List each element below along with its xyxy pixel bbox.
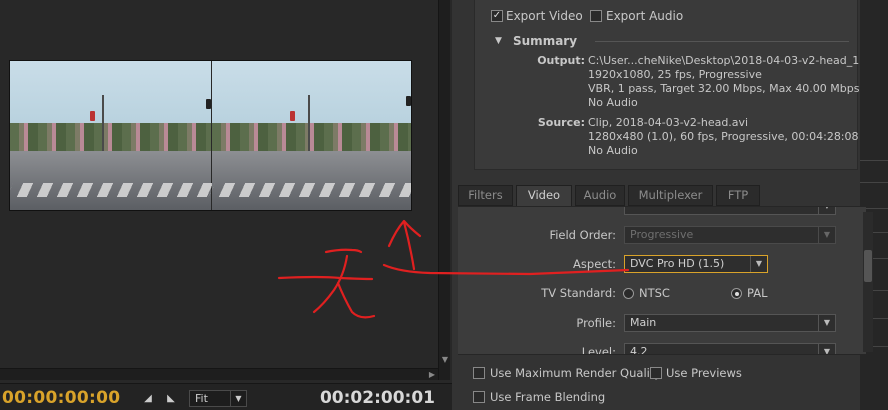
aspect-label: Aspect:	[573, 257, 616, 271]
scroll-down-icon[interactable]: ▼	[439, 354, 451, 366]
level-value: 4.2	[630, 345, 648, 354]
profile-value: Main	[630, 316, 657, 329]
level-select[interactable]: 4.2 ▼	[624, 343, 836, 354]
source-key: Source:	[537, 116, 585, 129]
hidden-setting-select[interactable]: ▼	[624, 207, 836, 215]
tv-standard-label: TV Standard:	[541, 286, 616, 300]
profile-label: Profile:	[576, 316, 616, 330]
tab-ftp[interactable]: FTP	[716, 185, 760, 206]
output-key: Output:	[537, 54, 585, 67]
timecode-in[interactable]: 00:00:00:00	[2, 388, 120, 408]
set-out-point-icon[interactable]: ◣	[165, 393, 177, 405]
pal-radio[interactable]	[731, 288, 742, 299]
divider	[595, 41, 849, 42]
zoom-fit-select[interactable]: Fit ▼	[189, 390, 247, 407]
scrollbar-thumb[interactable]	[864, 250, 872, 282]
output-format: 1920x1080, 25 fps, Progressive	[588, 68, 762, 81]
chevron-down-icon: ▼	[818, 227, 835, 243]
collapse-caret-icon[interactable]: ▼	[495, 36, 502, 46]
video-frame-right-camera	[208, 61, 411, 210]
chevron-down-icon: ▼	[230, 391, 246, 406]
field-order-value: Progressive	[630, 228, 694, 241]
summary-section: ✓ Export Video Export Audio ▼ Summary Ou…	[474, 0, 887, 170]
pal-label: PAL	[747, 286, 768, 300]
scroll-right-icon[interactable]: ▶	[426, 369, 438, 381]
ntsc-radio[interactable]	[623, 288, 634, 299]
export-audio-checkbox[interactable]	[590, 10, 602, 22]
settings-scrollbar[interactable]	[863, 212, 873, 352]
use-previews-checkbox[interactable]	[650, 367, 662, 379]
summary-heading: Summary	[513, 34, 578, 48]
chevron-down-icon: ▼	[818, 344, 835, 354]
field-order-select: Progressive ▼	[624, 226, 836, 244]
frame-blending-label: Use Frame Blending	[490, 390, 606, 404]
aspect-select[interactable]: DVC Pro HD (1.5) ▼	[624, 255, 768, 273]
source-format: 1280x480 (1.0), 60 fps, Progressive, 00:…	[588, 130, 859, 143]
output-path: C:\User...cheNike\Desktop\2018-04-03-v2-…	[588, 54, 888, 67]
video-preview	[9, 60, 412, 211]
source-monitor-panel: ▼ ▶ 00:00:00:00 ◢ ◣ Fit ▼ 00:02:00:01	[0, 0, 452, 410]
chevron-down-icon: ▼	[750, 256, 767, 272]
aspect-value: DVC Pro HD (1.5)	[630, 257, 725, 270]
tab-video[interactable]: Video	[516, 185, 572, 207]
export-video-label: Export Video	[506, 9, 583, 23]
export-video-checkbox[interactable]: ✓	[491, 10, 503, 22]
tab-multiplexer[interactable]: Multiplexer	[628, 185, 713, 206]
transport-bar: 00:00:00:00 ◢ ◣ Fit ▼ 00:02:00:01	[0, 383, 452, 410]
render-options: Use Maximum Render Quality Use Previews …	[458, 354, 860, 410]
frame-blending-checkbox[interactable]	[473, 391, 485, 403]
monitor-horizontal-scrollbar[interactable]: ▶	[0, 368, 438, 380]
profile-select[interactable]: Main ▼	[624, 314, 836, 332]
ntsc-label: NTSC	[639, 286, 670, 300]
field-order-label: Field Order:	[549, 228, 616, 242]
output-audio: No Audio	[588, 96, 638, 109]
monitor-vertical-scrollbar[interactable]: ▼	[438, 0, 450, 380]
video-frame-left-camera	[10, 61, 215, 210]
export-settings-panel: ✓ Export Video Export Audio ▼ Summary Ou…	[452, 0, 888, 410]
video-settings-panel: ▼ Field Order: Progressive ▼ Aspect: DVC…	[458, 206, 866, 354]
zoom-fit-value: Fit	[195, 392, 208, 405]
max-render-quality-label: Use Maximum Render Quality	[490, 366, 662, 380]
tab-filters[interactable]: Filters	[458, 185, 513, 206]
output-bitrate: VBR, 1 pass, Target 32.00 Mbps, Max 40.0…	[588, 82, 860, 95]
tab-audio[interactable]: Audio	[575, 185, 625, 206]
chevron-down-icon: ▼	[818, 315, 835, 331]
max-render-quality-checkbox[interactable]	[473, 367, 485, 379]
timecode-duration: 00:02:00:01	[319, 388, 435, 408]
set-in-point-icon[interactable]: ◢	[142, 393, 154, 405]
chevron-down-icon: ▼	[818, 207, 835, 214]
level-label: Level:	[581, 345, 616, 354]
source-clip: Clip, 2018-04-03-v2-head.avi	[588, 116, 749, 129]
source-audio: No Audio	[588, 144, 638, 157]
export-audio-label: Export Audio	[606, 9, 684, 23]
use-previews-label: Use Previews	[666, 366, 742, 380]
